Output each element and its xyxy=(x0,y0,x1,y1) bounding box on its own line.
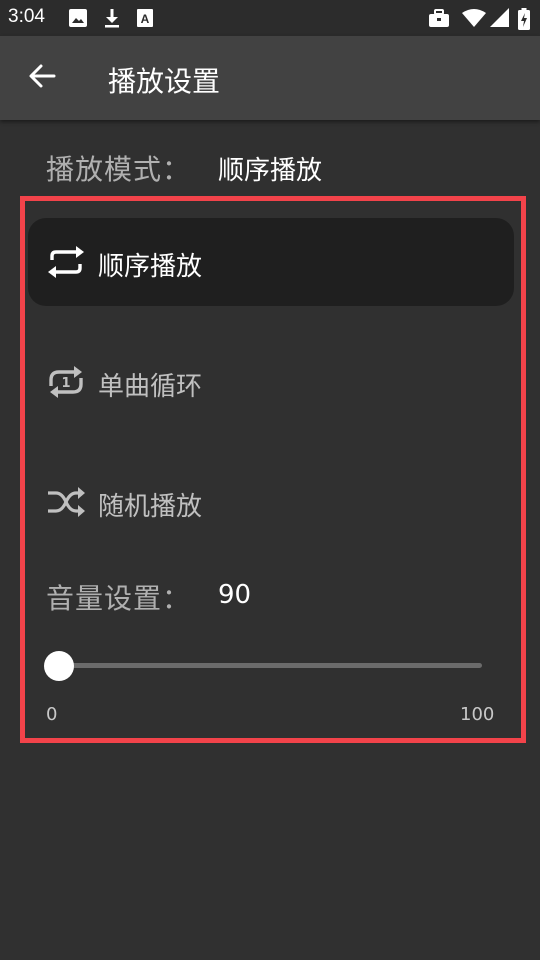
option-sequential[interactable]: 顺序播放 xyxy=(28,218,514,306)
battery-icon xyxy=(518,8,530,34)
repeat-one-icon: 1 xyxy=(46,364,86,400)
download-icon xyxy=(102,8,122,32)
signal-icon xyxy=(490,8,510,32)
volume-slider-track[interactable] xyxy=(58,663,482,668)
back-button[interactable] xyxy=(22,58,62,98)
arrow-left-icon xyxy=(28,62,56,94)
status-bar: 3:04 A xyxy=(0,0,540,36)
option-single-repeat[interactable]: 1 单曲循环 xyxy=(28,338,514,426)
option-shuffle[interactable]: 随机播放 xyxy=(28,458,514,546)
option-label: 顺序播放 xyxy=(98,252,203,282)
svg-text:1: 1 xyxy=(61,376,70,391)
repeat-icon xyxy=(46,244,86,280)
slider-min-label: 0 xyxy=(46,704,58,725)
font-icon: A xyxy=(136,8,154,32)
option-label: 单曲循环 xyxy=(98,372,203,402)
app-bar: 播放设置 xyxy=(0,36,540,120)
play-mode-label: 播放模式： xyxy=(46,153,192,186)
option-label: 随机播放 xyxy=(98,492,203,522)
volume-label: 音量设置： xyxy=(46,582,192,615)
shuffle-icon xyxy=(46,484,86,520)
volume-slider-thumb[interactable] xyxy=(44,651,74,681)
play-mode-value: 顺序播放 xyxy=(218,156,323,186)
briefcase-icon xyxy=(428,8,450,32)
status-time: 3:04 xyxy=(8,6,45,27)
wifi-icon xyxy=(462,8,486,32)
volume-value: 90 xyxy=(218,580,252,610)
image-icon xyxy=(68,8,88,32)
slider-max-label: 100 xyxy=(460,704,495,725)
page-title: 播放设置 xyxy=(108,65,221,98)
svg-text:A: A xyxy=(141,12,150,26)
